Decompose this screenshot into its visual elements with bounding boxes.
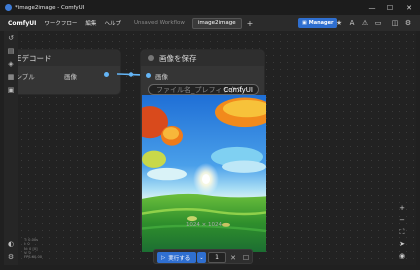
node-library-icon[interactable]: ▤ <box>6 46 16 56</box>
settings-icon[interactable]: ⚙ <box>403 18 413 28</box>
history-icon[interactable]: ↺ <box>6 33 16 43</box>
window-titlebar: *image2image - ComfyUI — ☐ ✕ <box>0 0 420 15</box>
stat-fps: FPS:60.00 <box>24 255 43 260</box>
stop-queue-icon[interactable]: ☐ <box>241 252 251 263</box>
app-window: *image2image - ComfyUI — ☐ ✕ ComfyUI ワーク… <box>0 0 420 270</box>
save-image-node-header[interactable]: 画像を保存 <box>141 50 264 66</box>
star-icon[interactable]: ★ <box>334 18 344 28</box>
theme-toggle-icon[interactable]: ◐ <box>6 239 16 249</box>
templates-icon[interactable]: ▣ <box>6 85 16 95</box>
comfyui-logo[interactable]: ComfyUI <box>8 20 36 27</box>
cancel-run-icon[interactable]: ✕ <box>228 252 238 263</box>
queue-panel-icon[interactable]: ◫ <box>390 18 400 28</box>
input-socket-image[interactable] <box>146 73 151 78</box>
comfyui-app-icon <box>5 4 12 11</box>
terminal-icon[interactable]: ▭ <box>373 18 383 28</box>
queue-count-input[interactable]: 1 <box>208 252 226 263</box>
zoom-in-icon[interactable]: + <box>397 203 407 213</box>
collapse-dot-icon[interactable] <box>148 55 154 61</box>
chevron-down-icon: ⌄ <box>199 254 204 261</box>
run-button[interactable]: ▷ 実行する <box>157 252 196 263</box>
window-title: *image2image - ComfyUI <box>15 4 85 11</box>
manager-button-label: Manager <box>308 20 334 26</box>
input-slot-image-label: 画像 <box>155 73 168 81</box>
fit-view-icon[interactable]: ⛶ <box>397 227 407 237</box>
new-tab-button[interactable]: + <box>247 19 254 28</box>
save-image-node-title: 画像を保存 <box>159 53 197 63</box>
minimize-button[interactable]: — <box>365 0 379 15</box>
menu-edit[interactable]: 編集 <box>85 19 96 27</box>
font-size-icon[interactable]: A <box>347 18 357 28</box>
sidebar-settings-icon[interactable]: ⚙ <box>6 252 16 262</box>
run-button-label: 実行する <box>168 255 191 262</box>
puzzle-icon: ▣ <box>302 20 307 26</box>
menu-help[interactable]: ヘルプ <box>104 19 121 27</box>
run-mode-dropdown[interactable]: ⌄ <box>197 252 206 263</box>
model-library-icon[interactable]: ◈ <box>6 59 16 69</box>
menu-workflow[interactable]: ワークフロー <box>44 19 77 27</box>
zoom-out-icon[interactable]: − <box>397 215 407 225</box>
warning-icon[interactable]: ⚠ <box>360 18 370 28</box>
filename-prefix-value: ComfyUI <box>223 85 253 94</box>
graph-canvas[interactable]: VAEデコード サンプル 画像 画像を保存 画像 ファイル名_プレフィックス C… <box>18 31 416 265</box>
image-size-caption: 1024 × 1024 <box>185 222 223 228</box>
toggle-links-icon[interactable]: ◉ <box>397 251 407 261</box>
workflows-icon[interactable]: ▦ <box>6 72 16 82</box>
pointer-mode-icon[interactable]: ➤ <box>397 239 407 249</box>
comfy-menubar: ComfyUI ワークフロー 編集 ヘルプ Unsaved Workflow i… <box>0 15 420 31</box>
tab-unsaved-workflow[interactable]: Unsaved Workflow <box>129 18 190 29</box>
tab-image2image[interactable]: image2image <box>191 17 242 29</box>
close-window-button[interactable]: ✕ <box>402 0 416 15</box>
maximize-button[interactable]: ☐ <box>383 0 397 15</box>
filename-prefix-widget[interactable]: ファイル名_プレフィックス ComfyUI <box>148 84 259 95</box>
preview-image <box>142 95 266 252</box>
play-icon: ▷ <box>161 254 166 261</box>
run-toolbar: ▷ 実行する ⌄ 1 ✕ ☐ <box>153 249 253 264</box>
left-sidebar: ↺ ▤ ◈ ▦ ▣ ◐ ⚙ <box>4 31 18 265</box>
canvas-stats: T: 0.00s I: 0 N: 0 [0] V: 0 FPS:60.00 <box>24 238 42 259</box>
manager-button[interactable]: ▣ Manager <box>298 18 338 28</box>
